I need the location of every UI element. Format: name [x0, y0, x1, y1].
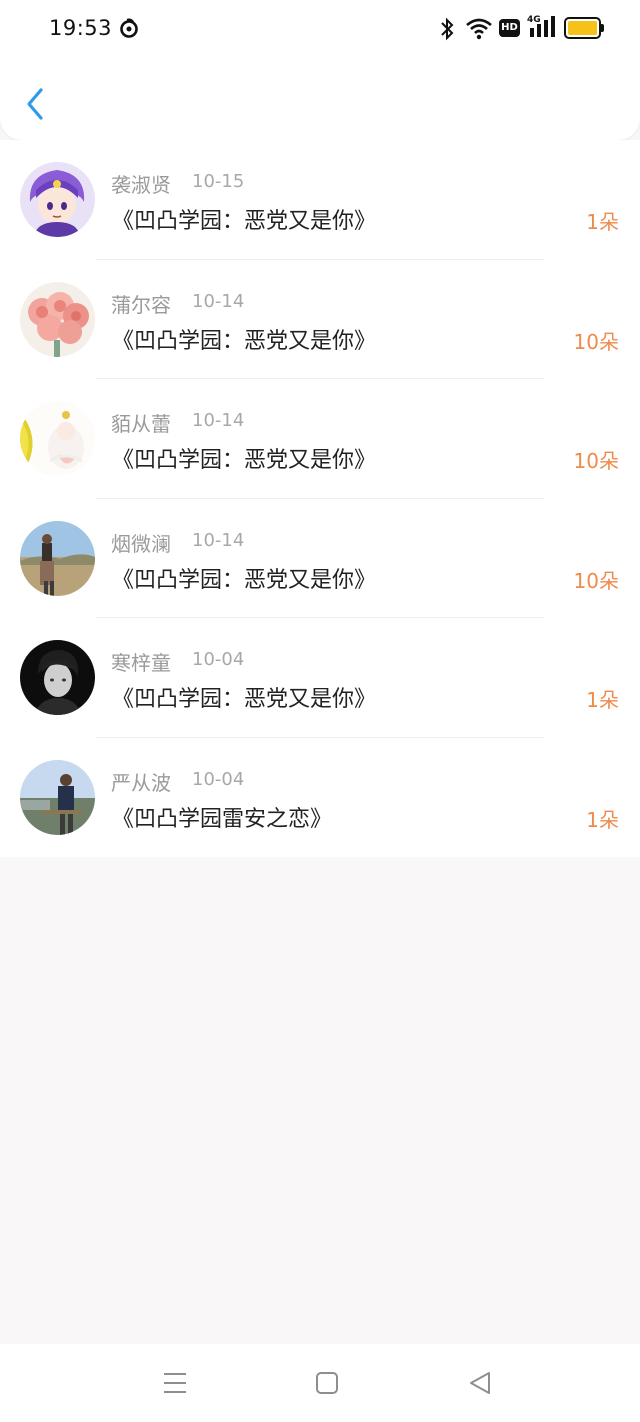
back-triangle-icon[interactable]: [466, 1370, 494, 1396]
bluetooth-icon: [441, 17, 454, 41]
book-title: 《凹凸学园：恶党又是你》: [112, 567, 377, 593]
flower-gift-list: 袭淑贤 10-15 《凹凸学园：恶党又是你》 1朵 蒲尔容 10-14 《凹凸学…: [0, 140, 640, 857]
sender-name: 寒梓童: [111, 651, 171, 675]
battery-icon: [564, 17, 604, 39]
avatar[interactable]: [20, 162, 95, 237]
list-item[interactable]: 寒梓童 10-04 《凹凸学园：恶党又是你》 1朵: [0, 618, 640, 738]
avatar[interactable]: [20, 281, 95, 357]
book-title: 《凹凸学园：恶党又是你》: [112, 209, 377, 234]
book-title: 《凹凸学园：恶党又是你》: [112, 448, 377, 473]
home-square-icon[interactable]: [313, 1370, 341, 1396]
status-bar: 19:53 HD 4G: [0, 0, 640, 58]
gift-date: 10-04: [192, 768, 245, 790]
flower-count: 10朵: [573, 329, 619, 354]
list-item[interactable]: 烟微澜 10-14 《凹凸学园：恶党又是你》 10朵: [0, 499, 640, 618]
list-item[interactable]: 蒲尔容 10-14 《凹凸学园：恶党又是你》 10朵: [0, 260, 640, 379]
sender-name: 烟微澜: [111, 531, 171, 556]
gift-date: 10-14: [192, 290, 245, 312]
flower-count: 10朵: [573, 568, 619, 593]
wifi-icon: [466, 18, 492, 40]
gift-date: 10-14: [192, 410, 245, 431]
sender-name: 蒲尔容: [111, 292, 171, 317]
avatar[interactable]: [20, 640, 95, 715]
list-item[interactable]: 貊从蕾 10-14 《凹凸学园：恶党又是你》 10朵: [0, 379, 640, 499]
flower-count: 1朵: [586, 688, 619, 712]
hd-badge: HD: [499, 19, 520, 37]
flower-count: 10朵: [573, 449, 619, 473]
gift-date: 10-15: [192, 171, 245, 192]
menu-icon[interactable]: [161, 1370, 189, 1396]
gift-date: 10-04: [192, 649, 245, 670]
system-nav-bar: [0, 1344, 640, 1422]
avatar[interactable]: [20, 520, 95, 596]
list-item[interactable]: 严从波 10-04 《凹凸学园雷安之恋》 1朵: [0, 738, 640, 858]
book-title: 《凹凸学园：恶党又是你》: [112, 687, 377, 712]
list-item[interactable]: 袭淑贤 10-15 《凹凸学园：恶党又是你》 1朵: [0, 140, 640, 260]
sender-name: 袭淑贤: [111, 173, 171, 197]
avatar[interactable]: [20, 401, 95, 476]
flower-count: 1朵: [586, 807, 619, 832]
flower-count: 1朵: [586, 210, 619, 234]
back-button[interactable]: [22, 86, 48, 122]
book-title: 《凹凸学园：恶党又是你》: [112, 328, 377, 354]
gift-date: 10-14: [192, 529, 245, 551]
sender-name: 严从波: [111, 770, 171, 795]
hd-label: HD: [501, 22, 518, 33]
netease-app-icon: [120, 18, 138, 38]
avatar[interactable]: [20, 759, 95, 835]
header: 19:53 HD 4G: [0, 0, 640, 140]
book-title: 《凹凸学园雷安之恋》: [112, 806, 333, 832]
status-time: 19:53: [49, 16, 113, 40]
sender-name: 貊从蕾: [111, 412, 171, 436]
signal-strength-icon: 4G: [527, 15, 559, 41]
